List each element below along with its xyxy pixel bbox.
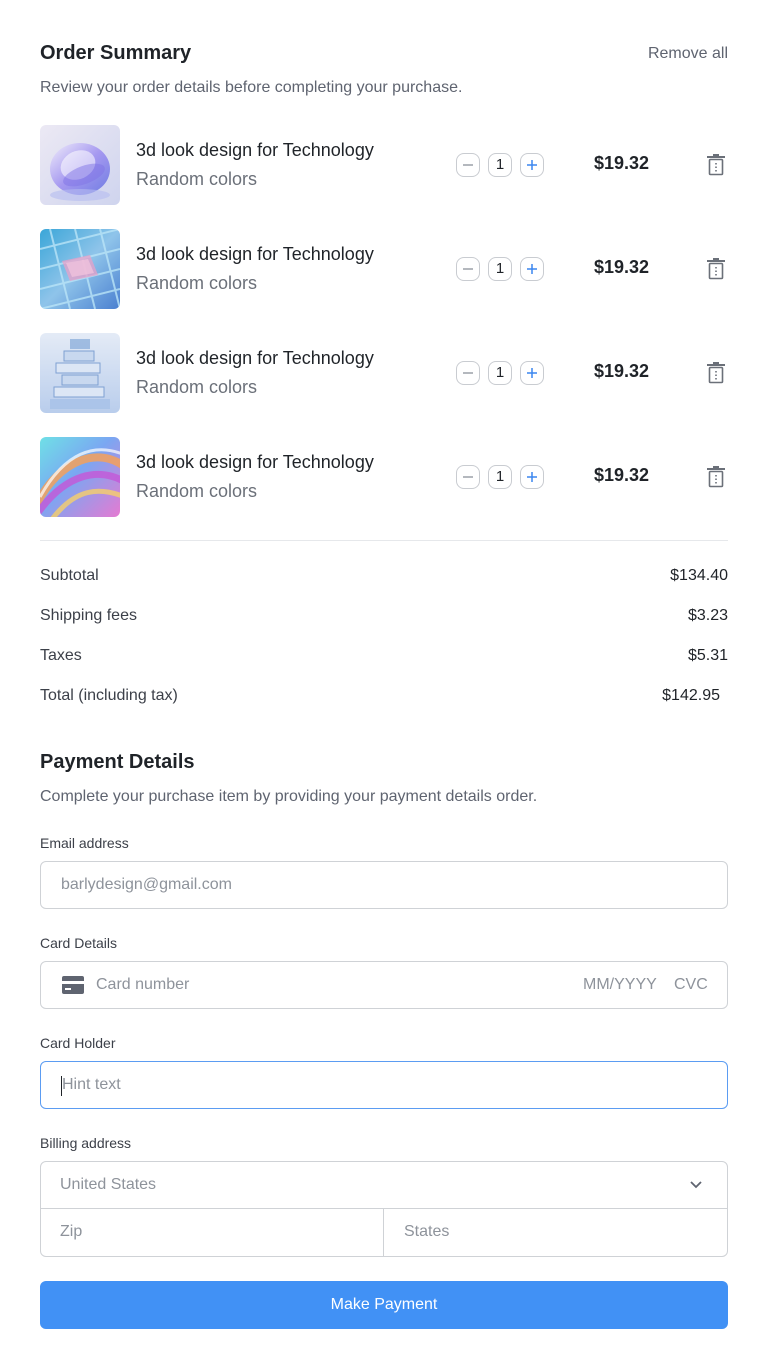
order-item: 3d look design for Technology Random col… <box>40 437 728 517</box>
credit-card-icon <box>62 976 84 994</box>
quantity-decrease-button[interactable] <box>456 361 480 385</box>
card-cvc-input[interactable]: CVC <box>674 976 708 994</box>
shipping-value: $3.23 <box>687 607 728 624</box>
product-variant: Random colors <box>136 481 258 501</box>
total-row: Total (including tax) $142.95 <box>40 687 728 727</box>
card-expiry-input[interactable]: MM/YYYY <box>583 976 657 994</box>
taxes-label: Taxes <box>40 647 82 664</box>
order-summary-header: Order Summary Remove all <box>40 42 728 70</box>
payment-details-title: Payment Details <box>40 751 195 773</box>
minus-circle-icon <box>463 164 473 166</box>
product-price: $19.32 <box>594 153 650 173</box>
plus-icon <box>527 160 537 170</box>
quantity-value: 1 <box>488 153 512 177</box>
trash-icon <box>707 466 725 488</box>
order-summary-subtitle: Review your order details before complet… <box>40 79 463 96</box>
product-name: 3d look design for Technology <box>136 140 374 160</box>
product-name: 3d look design for Technology <box>136 348 374 368</box>
make-payment-button[interactable]: Make Payment <box>40 1281 728 1329</box>
quantity-value: 1 <box>488 465 512 489</box>
email-label: Email address <box>40 835 129 851</box>
quantity-increase-button[interactable] <box>520 257 544 281</box>
shipping-row: Shipping fees $3.23 <box>40 607 728 647</box>
product-price: $19.32 <box>594 361 650 381</box>
product-variant: Random colors <box>136 169 258 189</box>
card-holder-input[interactable]: Hint text <box>40 1061 728 1109</box>
quantity-decrease-button[interactable] <box>456 153 480 177</box>
product-price: $19.32 <box>594 465 650 485</box>
subtotal-label: Subtotal <box>40 567 99 584</box>
card-details-label: Card Details <box>40 935 118 951</box>
product-thumbnail <box>40 333 120 413</box>
subtotal-value: $134.40 <box>670 567 728 584</box>
product-thumbnail <box>40 437 120 517</box>
quantity-stepper: 1 <box>456 153 544 177</box>
trash-icon <box>707 362 725 384</box>
remove-item-button[interactable] <box>705 153 727 177</box>
order-totals: Subtotal $134.40 Shipping fees $3.23 Tax… <box>40 567 728 727</box>
plus-icon <box>527 472 537 482</box>
product-thumbnail <box>40 125 120 205</box>
order-item: 3d look design for Technology Random col… <box>40 333 728 413</box>
product-thumbnail <box>40 229 120 309</box>
section-divider <box>40 540 728 541</box>
quantity-decrease-button[interactable] <box>456 257 480 281</box>
trash-icon <box>707 154 725 176</box>
remove-item-button[interactable] <box>705 257 727 281</box>
state-input[interactable]: States <box>384 1209 727 1256</box>
shipping-label: Shipping fees <box>40 607 137 624</box>
chevron-down-icon <box>690 1181 702 1189</box>
quantity-increase-button[interactable] <box>520 465 544 489</box>
card-holder-label: Card Holder <box>40 1035 116 1051</box>
email-field[interactable]: barlydesign@gmail.com <box>40 861 728 909</box>
order-item: 3d look design for Technology Random col… <box>40 229 728 309</box>
payment-details-subtitle: Complete your purchase item by providing… <box>40 788 538 805</box>
product-price: $19.32 <box>594 257 650 277</box>
product-name: 3d look design for Technology <box>136 244 374 264</box>
product-variant: Random colors <box>136 273 258 293</box>
product-variant: Random colors <box>136 377 258 397</box>
card-holder-placeholder: Hint text <box>62 1076 121 1093</box>
order-item: 3d look design for Technology Random col… <box>40 125 728 205</box>
total-label: Total (including tax) <box>40 687 178 704</box>
country-select-value: United States <box>60 1176 157 1193</box>
state-placeholder: States <box>404 1223 450 1240</box>
total-value: $142.95 <box>662 687 720 704</box>
minus-circle-icon <box>463 268 473 270</box>
remove-item-button[interactable] <box>705 361 727 385</box>
billing-address-group: United States Zip States <box>40 1161 728 1257</box>
minus-circle-icon <box>463 372 473 374</box>
trash-icon <box>707 258 725 280</box>
order-items-list: 3d look design for Technology Random col… <box>40 125 728 541</box>
plus-icon <box>527 368 537 378</box>
quantity-stepper: 1 <box>456 361 544 385</box>
order-summary-title: Order Summary <box>40 42 192 64</box>
remove-all-button[interactable]: Remove all <box>648 45 728 63</box>
taxes-row: Taxes $5.31 <box>40 647 728 687</box>
product-name: 3d look design for Technology <box>136 452 374 472</box>
country-select[interactable]: United States <box>41 1162 727 1209</box>
billing-address-label: Billing address <box>40 1135 132 1151</box>
quantity-increase-button[interactable] <box>520 153 544 177</box>
quantity-stepper: 1 <box>456 257 544 281</box>
card-details-field: Card number MM/YYYY CVC <box>40 961 728 1009</box>
quantity-value: 1 <box>488 361 512 385</box>
quantity-increase-button[interactable] <box>520 361 544 385</box>
zip-input[interactable]: Zip <box>41 1209 384 1256</box>
minus-circle-icon <box>463 476 473 478</box>
subtotal-row: Subtotal $134.40 <box>40 567 728 607</box>
quantity-stepper: 1 <box>456 465 544 489</box>
quantity-value: 1 <box>488 257 512 281</box>
zip-placeholder: Zip <box>60 1223 83 1240</box>
email-placeholder: barlydesign@gmail.com <box>61 876 232 893</box>
taxes-value: $5.31 <box>687 647 728 664</box>
quantity-decrease-button[interactable] <box>456 465 480 489</box>
remove-item-button[interactable] <box>705 465 727 489</box>
card-number-input[interactable]: Card number <box>96 976 189 994</box>
plus-icon <box>527 264 537 274</box>
